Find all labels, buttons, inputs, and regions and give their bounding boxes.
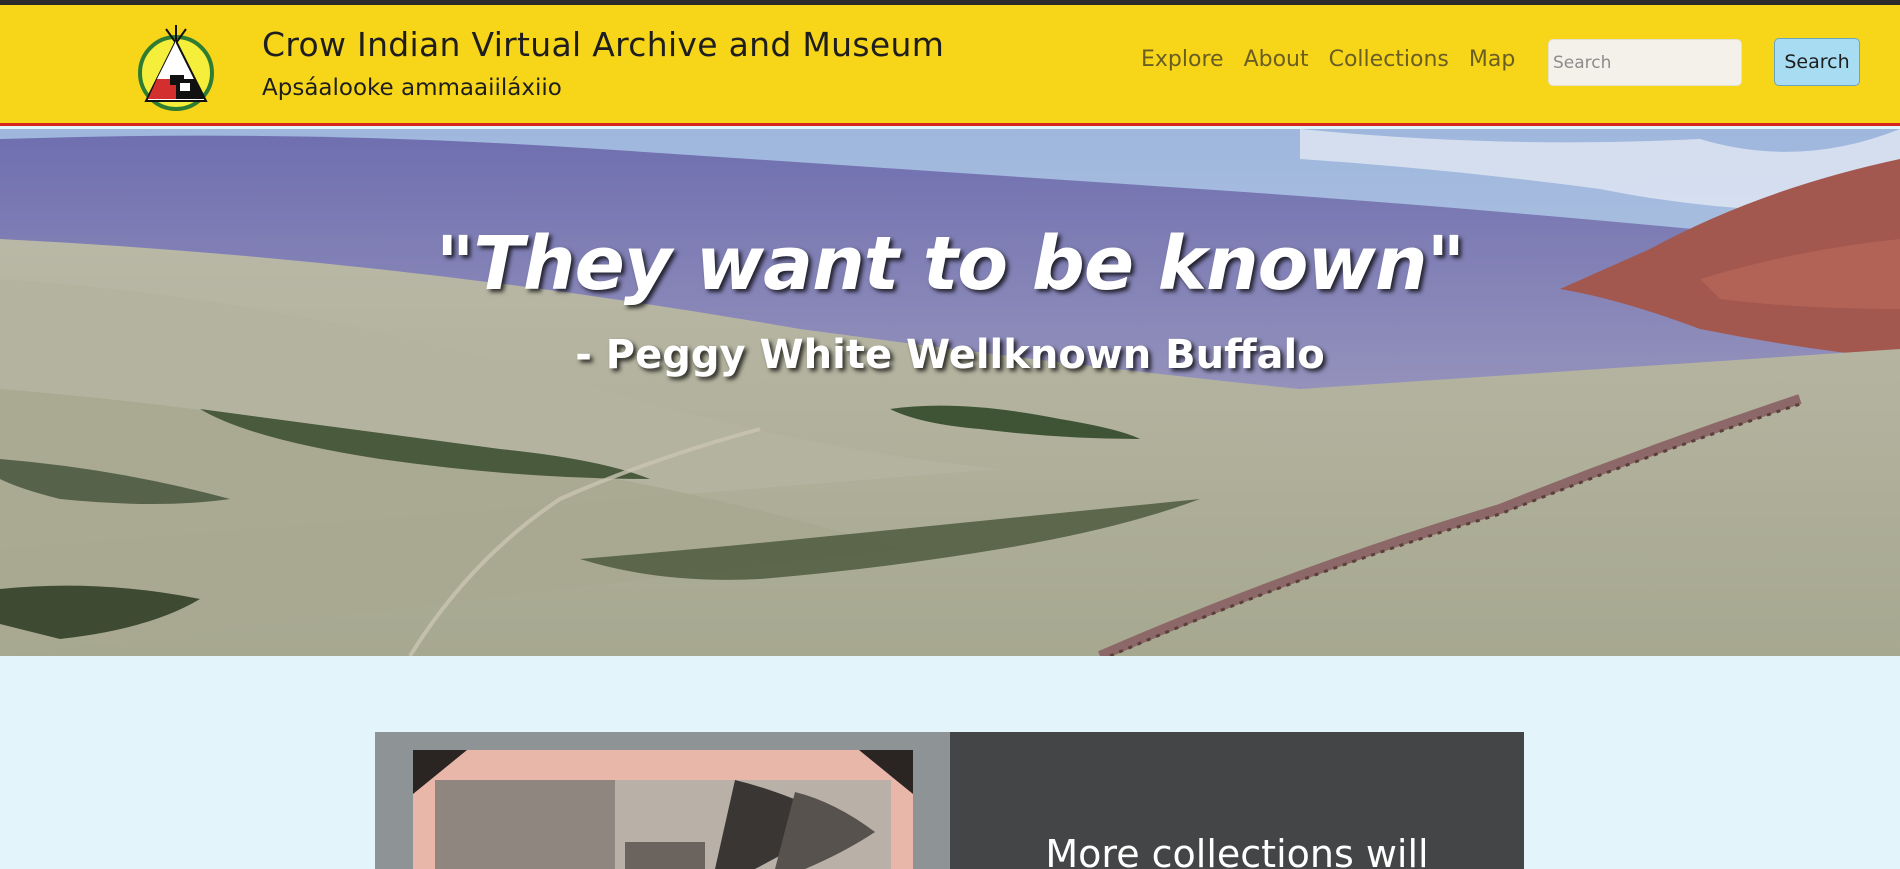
album-photo-image (375, 732, 950, 869)
hero-attribution: - Peggy White Wellknown Buffalo (575, 332, 1325, 378)
feature-text-panel: More collections will (950, 732, 1524, 869)
site-subtitle: Apsáalooke ammaaiiláxiio (262, 75, 562, 101)
archival-photo[interactable] (375, 732, 950, 869)
hero-landscape-image (0, 129, 1900, 656)
main-nav: Explore About Collections Map (1141, 47, 1515, 72)
nav-collections[interactable]: Collections (1329, 47, 1449, 72)
feature-heading: More collections will (1045, 832, 1429, 869)
search-button[interactable]: Search (1774, 38, 1860, 86)
site-header: Crow Indian Virtual Archive and Museum A… (0, 5, 1900, 126)
nav-map[interactable]: Map (1469, 47, 1515, 72)
nav-about[interactable]: About (1244, 47, 1309, 72)
nav-explore[interactable]: Explore (1141, 47, 1224, 72)
tipi-logo-icon[interactable] (136, 23, 216, 115)
collections-feature-card: More collections will (375, 732, 1524, 869)
hero-banner: "They want to be known" - Peggy White We… (0, 129, 1900, 656)
search-input[interactable] (1548, 39, 1742, 86)
site-title[interactable]: Crow Indian Virtual Archive and Museum (262, 25, 944, 64)
hero-quote: "They want to be known" (435, 221, 1465, 307)
